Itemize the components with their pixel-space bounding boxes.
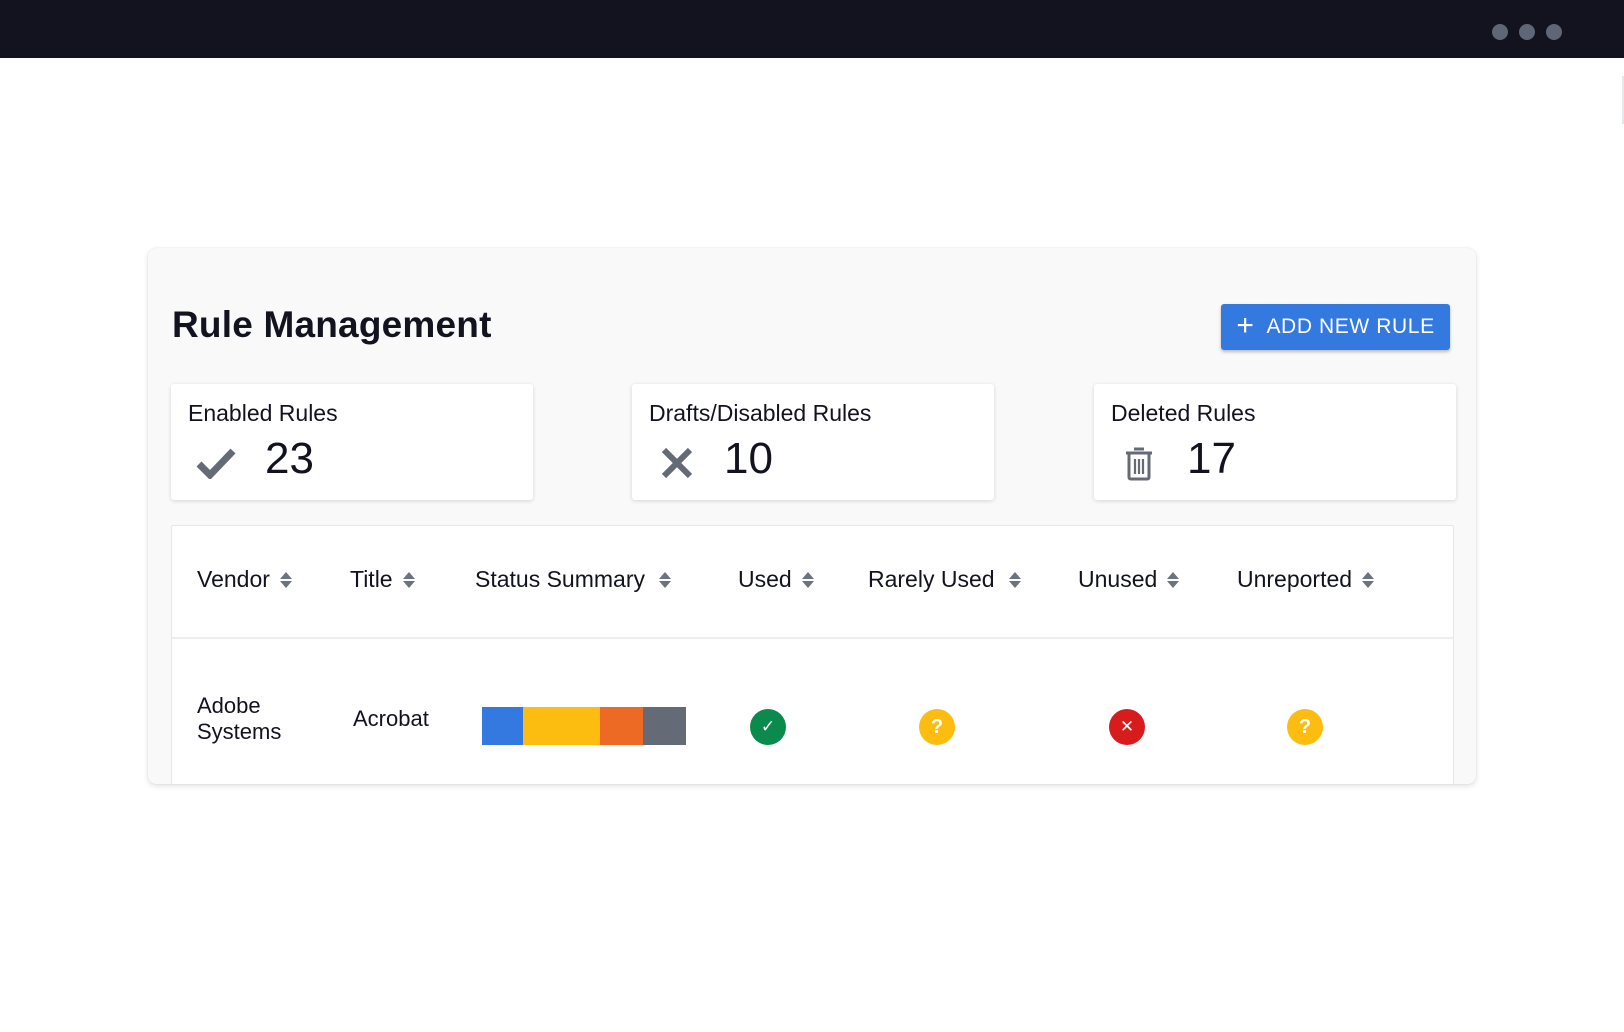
column-header-status-summary[interactable]: Status Summary [475, 566, 671, 593]
status-summary-bar [482, 707, 686, 745]
sort-icon[interactable] [1362, 571, 1375, 588]
table-header: Vendor Title Status Summary Used Rarely … [172, 526, 1453, 639]
sort-icon[interactable] [801, 571, 814, 588]
sort-icon[interactable] [1167, 571, 1180, 588]
trash-icon [1118, 442, 1160, 484]
table-row[interactable]: Adobe Systems Acrobat ✓ ? ✕ ? [172, 641, 1453, 784]
sort-icon[interactable] [402, 571, 415, 588]
stat-label: Deleted Rules [1111, 400, 1256, 426]
column-label: Unreported [1237, 566, 1353, 592]
window-titlebar [0, 0, 1624, 58]
column-label: Title [350, 566, 393, 592]
page-title: Rule Management [172, 304, 492, 345]
unreported-question-icon: ? [1287, 709, 1323, 745]
column-header-unreported[interactable]: Unreported [1237, 566, 1375, 593]
stat-value: 17 [1187, 434, 1236, 483]
sort-icon[interactable] [659, 571, 671, 588]
sort-icon[interactable] [279, 571, 292, 588]
unused-x-icon: ✕ [1109, 709, 1145, 745]
rarely-used-question-icon: ? [919, 709, 955, 745]
cell-title: Acrobat [353, 706, 429, 731]
sort-icon[interactable] [1008, 571, 1021, 588]
column-label: Status Summary [475, 566, 645, 592]
column-header-vendor[interactable]: Vendor [197, 566, 292, 593]
column-label: Used [738, 566, 792, 592]
column-label: Unused [1078, 566, 1158, 592]
checkmark-icon [195, 442, 237, 484]
stat-label: Enabled Rules [188, 400, 338, 426]
column-label: Vendor [197, 566, 270, 592]
column-header-unused[interactable]: Unused [1078, 566, 1180, 593]
stat-card-deleted-rules: Deleted Rules 17 [1094, 384, 1456, 500]
add-new-rule-button[interactable]: + ADD NEW RULE [1221, 304, 1450, 350]
status-segment-unused [600, 707, 644, 745]
column-label: Rarely Used [868, 566, 995, 592]
stat-value: 10 [724, 434, 773, 483]
stat-value: 23 [265, 434, 314, 483]
window-control-dot[interactable] [1519, 24, 1535, 40]
column-header-used[interactable]: Used [738, 566, 814, 593]
status-segment-rarely-used [522, 707, 601, 745]
stat-card-drafts-disabled-rules: Drafts/Disabled Rules 10 [632, 384, 994, 500]
plus-icon: + [1236, 308, 1255, 342]
rules-table: Vendor Title Status Summary Used Rarely … [171, 525, 1454, 784]
x-icon [656, 442, 698, 484]
window-control-dot[interactable] [1492, 24, 1508, 40]
cell-vendor: Adobe Systems [197, 693, 282, 744]
add-new-rule-label: ADD NEW RULE [1266, 315, 1435, 338]
window-control-dot[interactable] [1546, 24, 1562, 40]
status-segment-used [482, 707, 523, 745]
stat-card-enabled-rules: Enabled Rules 23 [171, 384, 533, 500]
status-segment-unreported [643, 707, 686, 745]
rule-management-panel: Rule Management + ADD NEW RULE Enabled R… [148, 248, 1476, 784]
column-header-title[interactable]: Title [350, 566, 415, 593]
stat-label: Drafts/Disabled Rules [649, 400, 872, 426]
column-header-rarely-used[interactable]: Rarely Used [868, 566, 1021, 593]
used-check-icon: ✓ [750, 709, 786, 745]
window-controls [1492, 24, 1562, 40]
